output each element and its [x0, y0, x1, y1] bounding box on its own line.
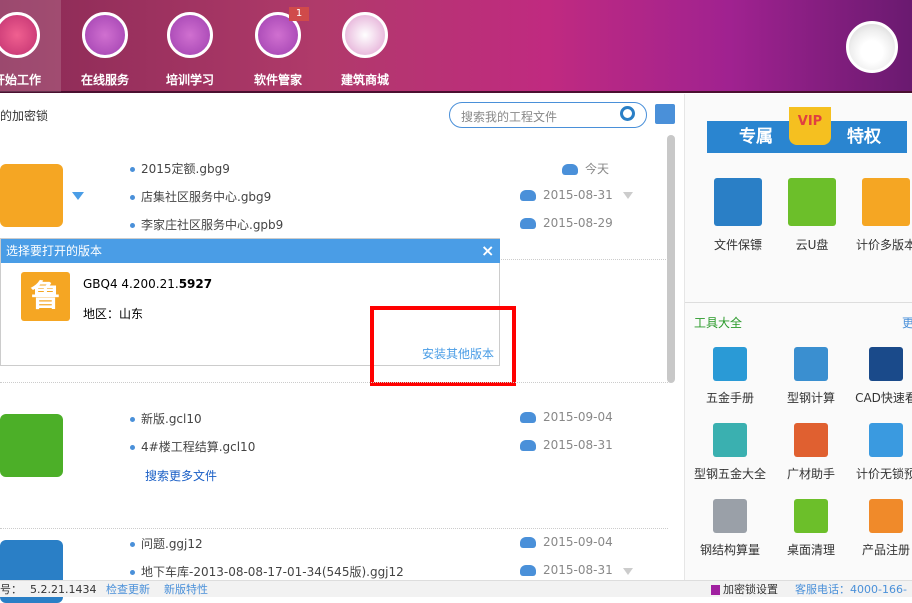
- i-beam-book-icon: [713, 423, 747, 457]
- multi-version-icon: [862, 178, 910, 226]
- tools-title: 工具大全: [694, 316, 743, 330]
- book-icon: [713, 347, 747, 381]
- cloud-usb-icon: [788, 178, 836, 226]
- eye-icon: [869, 423, 903, 457]
- cloud-upload-icon[interactable]: [520, 565, 536, 576]
- dropdown-arrow-icon[interactable]: [623, 192, 633, 199]
- tool-hardware-manual[interactable]: 五金手册: [689, 347, 771, 406]
- cad-icon: [869, 347, 903, 381]
- dropdown-arrow-icon[interactable]: [623, 568, 633, 575]
- file-link[interactable]: 问题.ggj12: [130, 535, 203, 552]
- vip-item-cloud-disk[interactable]: 云U盘: [772, 178, 852, 253]
- file-link[interactable]: 李家庄社区服务中心.gpb9: [130, 216, 283, 233]
- file-link[interactable]: 地下车库-2013-08-08-17-01-34(545版).ggj12: [130, 563, 404, 580]
- cloud-upload-icon[interactable]: [520, 190, 536, 201]
- right-sidebar: 专属 VIP 特权 文件保镖 云U盘 计价多版本 工具大全 更 五金手册 型钢计…: [684, 94, 912, 580]
- vip-item-multi-version[interactable]: 计价多版本: [846, 178, 912, 253]
- recent-files-panel: 的加密锁 搜索我的工程文件 2015定额.gbg9 店集社区服务中心.gbg9 …: [0, 94, 684, 603]
- hotline-text: 客服电话：4000-166-: [795, 583, 907, 596]
- nav-online-service[interactable]: 在线服务: [61, 0, 149, 92]
- divider: [0, 528, 668, 529]
- scrollbar[interactable]: [667, 135, 675, 383]
- vip-item-file-guard[interactable]: 文件保镖: [698, 178, 778, 253]
- cloud-upload-icon[interactable]: [520, 218, 536, 229]
- shield-icon: [714, 178, 762, 226]
- user-avatar[interactable]: [846, 21, 898, 73]
- divider: [685, 302, 912, 303]
- popup-title: 选择要打开的版本: [1, 239, 500, 263]
- handbag-icon: [82, 12, 128, 58]
- nav-building-mall[interactable]: 建筑商城: [321, 0, 409, 92]
- highlight-box: [370, 306, 516, 386]
- tool-steel-hardware[interactable]: 型钢五金大全: [689, 423, 771, 482]
- close-icon[interactable]: ×: [481, 241, 494, 260]
- search-icon[interactable]: [620, 106, 635, 121]
- search-input[interactable]: 搜索我的工程文件: [449, 102, 647, 128]
- tool-material-helper[interactable]: 广材助手: [770, 423, 852, 482]
- region-label: 地区：山东: [83, 307, 144, 321]
- vip-banner[interactable]: 专属 VIP 特权: [707, 107, 907, 153]
- lock-label: 的加密锁: [0, 109, 49, 123]
- version-option[interactable]: GBQ4 4.200.21.5927: [83, 277, 212, 291]
- calculator-icon: [794, 347, 828, 381]
- update-badge: 1: [289, 7, 309, 21]
- tool-cad-viewer[interactable]: CAD快速看: [845, 347, 912, 406]
- eraser-icon: [869, 499, 903, 533]
- region-shandong-icon[interactable]: 鲁: [21, 272, 70, 321]
- mascara-icon: [167, 12, 213, 58]
- expand-arrow-icon[interactable]: [72, 192, 84, 200]
- status-bar: 号： 5.2.21.1434 检查更新 新版特性 加密锁设置 客服电话：4000…: [0, 580, 912, 597]
- tool-desktop-cleanup[interactable]: 桌面清理: [770, 499, 852, 558]
- gbq-pricing-icon[interactable]: [0, 164, 63, 227]
- more-tools-link[interactable]: 更: [902, 314, 912, 331]
- file-link[interactable]: 新版.gcl10: [130, 410, 202, 427]
- brick-search-icon: [794, 423, 828, 457]
- camera-eye-icon: [794, 499, 828, 533]
- search-more-files-link[interactable]: 搜索更多文件: [145, 467, 217, 484]
- version-number: 5.2.21.1434: [30, 583, 97, 596]
- check-update-link[interactable]: 检查更新: [106, 581, 150, 598]
- divider: [0, 382, 668, 383]
- tool-lockless-preview[interactable]: 计价无锁预: [845, 423, 912, 482]
- cloud-upload-icon[interactable]: [562, 164, 578, 175]
- tool-product-register[interactable]: 产品注册: [845, 499, 912, 558]
- lock-icon: [711, 585, 720, 595]
- steel-beam-icon: [713, 499, 747, 533]
- file-link[interactable]: 2015定额.gbg9: [130, 160, 230, 177]
- nav-training[interactable]: 培训学习: [146, 0, 234, 92]
- new-features-link[interactable]: 新版特性: [164, 581, 208, 598]
- top-nav-bar: 开始工作 在线服务 培训学习 软件管家 1 建筑商城: [0, 0, 912, 93]
- lipstick-icon: [0, 12, 40, 58]
- grid-view-icon[interactable]: [655, 104, 675, 124]
- gcl-quantity-icon[interactable]: [0, 414, 63, 477]
- cloud-upload-icon[interactable]: [520, 537, 536, 548]
- file-link[interactable]: 4#楼工程结算.gcl10: [130, 438, 255, 455]
- tool-steel-structure[interactable]: 钢结构算量: [689, 499, 771, 558]
- lock-settings-link[interactable]: 加密锁设置: [723, 581, 778, 598]
- mirror-icon: [342, 12, 388, 58]
- tool-steel-calc[interactable]: 型钢计算: [770, 347, 852, 406]
- file-link[interactable]: 店集社区服务中心.gbg9: [130, 188, 271, 205]
- nav-start-work[interactable]: 开始工作: [0, 0, 61, 92]
- cloud-upload-icon[interactable]: [520, 412, 536, 423]
- cloud-upload-icon[interactable]: [520, 440, 536, 451]
- vip-crown-icon: VIP: [789, 107, 831, 145]
